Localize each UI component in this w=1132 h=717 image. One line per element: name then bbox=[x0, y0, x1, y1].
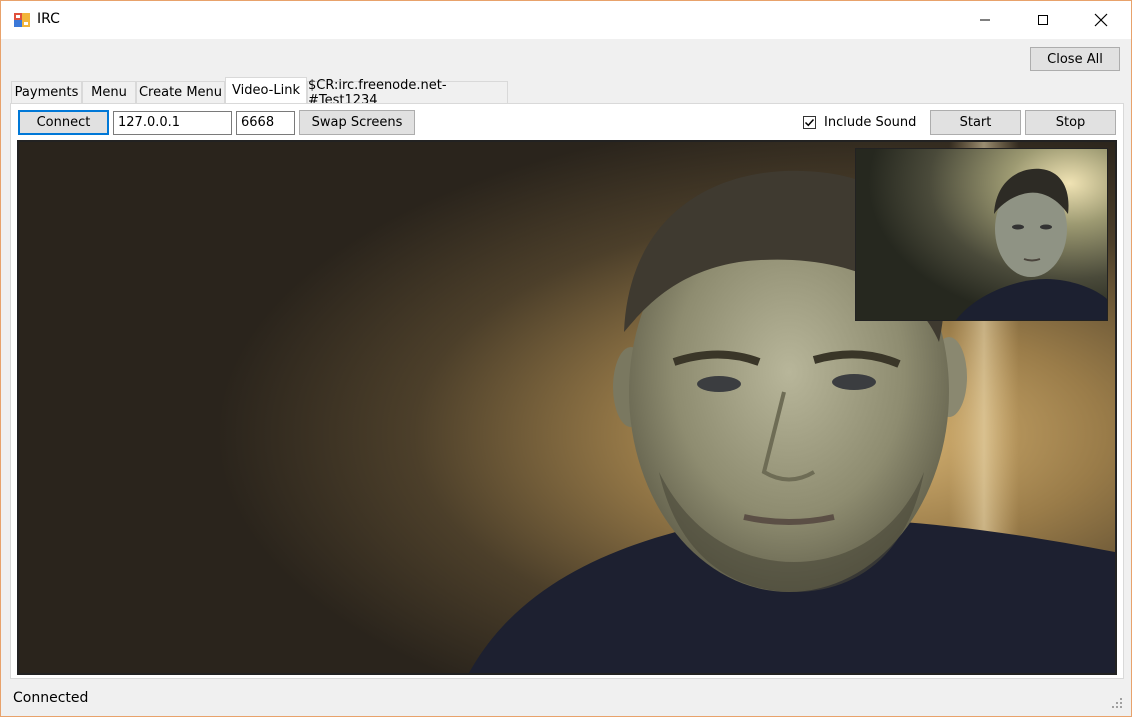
maximize-icon bbox=[1038, 15, 1048, 25]
include-sound-label: Include Sound bbox=[824, 114, 917, 130]
window-title: IRC bbox=[37, 11, 60, 27]
ip-address-input[interactable]: 127.0.0.1 bbox=[113, 111, 232, 135]
include-sound-checkbox[interactable] bbox=[803, 115, 816, 129]
app-icon bbox=[14, 13, 30, 27]
tab-payments[interactable]: Payments bbox=[11, 81, 82, 103]
tab-label: Menu bbox=[91, 85, 127, 100]
status-text: Connected bbox=[13, 690, 89, 706]
local-video-preview bbox=[855, 148, 1108, 321]
include-sound-option[interactable]: Include Sound bbox=[803, 112, 916, 132]
tab-irc-channel[interactable]: $CR:irc.freenode.net-#Test1234 bbox=[307, 78, 508, 108]
tab-label: Video-Link bbox=[232, 83, 300, 98]
maximize-button[interactable] bbox=[1014, 1, 1072, 39]
minimize-button[interactable] bbox=[956, 1, 1014, 39]
tab-label: Payments bbox=[14, 85, 79, 100]
tab-video-link[interactable]: Video-Link bbox=[225, 77, 307, 103]
preview-frame-image bbox=[856, 149, 1107, 320]
minimize-icon bbox=[980, 19, 990, 21]
swap-screens-button[interactable]: Swap Screens bbox=[299, 110, 415, 135]
check-icon bbox=[804, 118, 815, 126]
close-icon bbox=[1094, 13, 1108, 27]
start-button[interactable]: Start bbox=[930, 110, 1021, 135]
resize-grip-icon[interactable] bbox=[1111, 697, 1123, 709]
connect-button[interactable]: Connect bbox=[18, 110, 109, 135]
title-bar: IRC bbox=[1, 1, 1131, 39]
close-all-button[interactable]: Close All bbox=[1030, 47, 1120, 71]
close-button[interactable] bbox=[1072, 1, 1130, 39]
tab-create-menu[interactable]: Create Menu bbox=[136, 81, 225, 103]
app-window: IRC Close All Payments Menu Create Menu … bbox=[0, 0, 1132, 717]
stop-button[interactable]: Stop bbox=[1025, 110, 1116, 135]
video-link-panel: Connect 127.0.0.1 6668 Swap Screens Incl… bbox=[10, 103, 1124, 679]
status-bar: Connected bbox=[1, 685, 1131, 715]
port-input[interactable]: 6668 bbox=[236, 111, 295, 135]
tab-label: Create Menu bbox=[138, 85, 223, 100]
tab-menu[interactable]: Menu bbox=[82, 81, 136, 103]
